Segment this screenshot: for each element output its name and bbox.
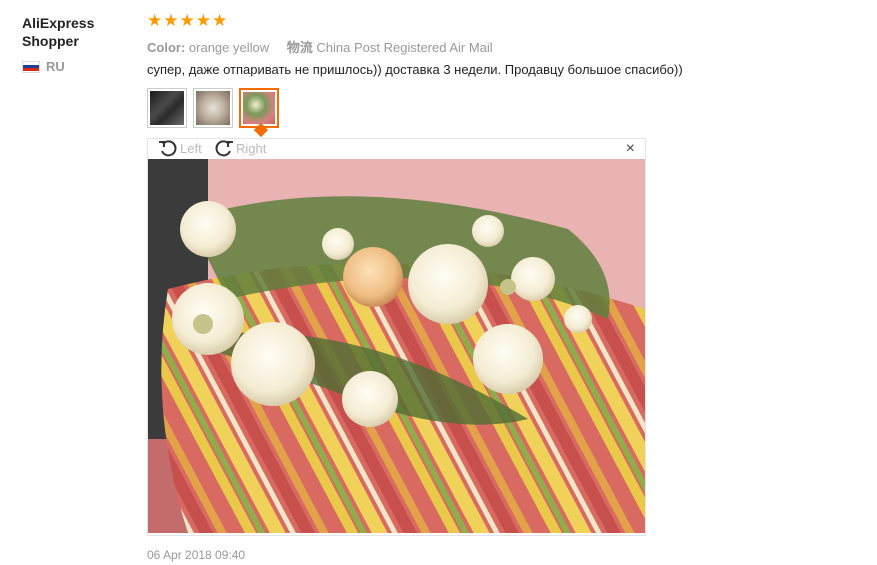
star-icon: ★ bbox=[195, 11, 211, 30]
reviewer-country: RU bbox=[22, 59, 65, 74]
star-rating: ★ ★ ★ ★ ★ bbox=[147, 12, 227, 30]
color-value: orange yellow bbox=[188, 40, 270, 55]
reviewer-name: AliExpress Shopper bbox=[22, 15, 95, 49]
russia-flag-icon bbox=[22, 60, 40, 73]
order-attributes: Color: orange yellow 物流 China Post Regis… bbox=[147, 37, 493, 56]
review-photo bbox=[148, 159, 645, 533]
shipping-label: 物流 bbox=[286, 40, 313, 55]
star-icon: ★ bbox=[179, 11, 195, 30]
review-photo-thumbnails bbox=[147, 88, 279, 128]
photo-thumbnail[interactable] bbox=[193, 88, 233, 128]
rotate-left-button[interactable]: Left bbox=[158, 139, 202, 157]
rotate-right-button[interactable]: Right bbox=[214, 139, 266, 157]
shipping-value: China Post Registered Air Mail bbox=[316, 40, 493, 55]
star-icon: ★ bbox=[163, 11, 179, 30]
rotate-left-icon bbox=[159, 140, 177, 157]
photo-thumbnail-selected[interactable] bbox=[239, 88, 279, 128]
viewer-toolbar: Left Right × bbox=[148, 139, 645, 159]
review-text: супер, даже отпаривать не пришлось)) дос… bbox=[147, 62, 683, 77]
rotate-left-label: Left bbox=[180, 140, 202, 156]
photo-viewer: Left Right × bbox=[147, 138, 646, 536]
star-icon: ★ bbox=[147, 11, 163, 30]
review-date: 06 Apr 2018 09:40 bbox=[147, 548, 246, 562]
country-code: RU bbox=[46, 59, 65, 74]
rotate-right-label: Right bbox=[236, 140, 267, 156]
star-icon: ★ bbox=[212, 11, 228, 30]
flower-crown-photo bbox=[148, 159, 645, 533]
photo-thumbnail[interactable] bbox=[147, 88, 187, 128]
close-icon[interactable]: × bbox=[626, 141, 635, 157]
color-label: Color: bbox=[147, 40, 186, 55]
rotate-right-icon bbox=[215, 140, 233, 157]
